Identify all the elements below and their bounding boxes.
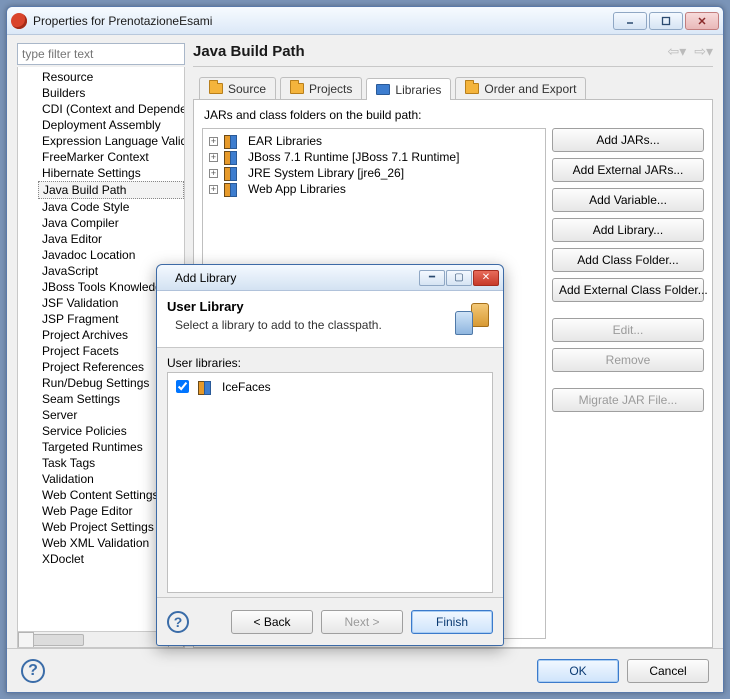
tree-item[interactable]: Java Build Path <box>38 181 184 199</box>
tree-item[interactable]: Deployment Assembly <box>38 117 184 133</box>
side-button-column: Add JARs... Add External JARs... Add Var… <box>552 128 704 639</box>
user-library-checkbox[interactable] <box>176 380 189 393</box>
library-icon <box>376 84 390 95</box>
modal-title: Add Library <box>175 271 419 285</box>
library-icon <box>224 183 242 195</box>
tree-item[interactable]: Resource <box>38 69 184 85</box>
buildpath-entry[interactable]: + JRE System Library [jre6_26] <box>205 165 543 181</box>
library-icon <box>224 135 242 147</box>
page-title: Java Build Path <box>193 43 667 60</box>
add-external-class-folder-button[interactable]: Add External Class Folder... <box>552 278 704 302</box>
buildpath-entry-label: EAR Libraries <box>248 134 322 148</box>
tree-item[interactable]: CDI (Context and Dependen <box>38 101 184 117</box>
maximize-button[interactable] <box>649 12 683 30</box>
tree-item[interactable]: Hibernate Settings <box>38 165 184 181</box>
modal-head-title: User Library <box>167 299 449 314</box>
buildpath-entry[interactable]: + JBoss 7.1 Runtime [JBoss 7.1 Runtime] <box>205 149 543 165</box>
tree-item[interactable]: Java Compiler <box>38 215 184 231</box>
tab-libraries[interactable]: Libraries <box>366 78 451 100</box>
add-class-folder-button[interactable]: Add Class Folder... <box>552 248 704 272</box>
dialog-footer: ? OK Cancel <box>7 648 723 692</box>
help-icon[interactable]: ? <box>167 611 189 633</box>
remove-button: Remove <box>552 348 704 372</box>
expand-icon[interactable]: + <box>209 185 218 194</box>
buildpath-entry-label: JRE System Library [jre6_26] <box>248 166 404 180</box>
finish-button[interactable]: Finish <box>411 610 493 634</box>
expand-icon[interactable]: + <box>209 153 218 162</box>
add-library-button[interactable]: Add Library... <box>552 218 704 242</box>
add-library-dialog: Add Library ━ ▢ ✕ User Library Select a … <box>156 264 504 646</box>
nav-history: ⇦▾ ⇨▾ <box>667 43 713 60</box>
tab-label: Libraries <box>395 83 441 97</box>
library-icon <box>224 167 242 179</box>
expand-icon[interactable]: + <box>209 137 218 146</box>
folder-icon <box>209 83 223 94</box>
minimize-button[interactable] <box>613 12 647 30</box>
tree-item[interactable]: FreeMarker Context <box>38 149 184 165</box>
eclipse-icon <box>11 13 27 29</box>
user-library-label: IceFaces <box>222 380 271 394</box>
eclipse-icon <box>161 271 175 285</box>
tab-label: Source <box>228 82 266 96</box>
tab-row: Source Projects Libraries Order and Export <box>193 77 713 99</box>
user-libraries-label: User libraries: <box>167 356 493 370</box>
tree-item[interactable]: Java Code Style <box>38 199 184 215</box>
user-libraries-list[interactable]: IceFaces <box>167 372 493 593</box>
close-button[interactable] <box>685 12 719 30</box>
library-icon <box>198 381 216 393</box>
tab-label: Projects <box>309 82 352 96</box>
tree-item[interactable]: Javadoc Location <box>38 247 184 263</box>
buildpath-entry-label: JBoss 7.1 Runtime [JBoss 7.1 Runtime] <box>248 150 459 164</box>
add-jars-button[interactable]: Add JARs... <box>552 128 704 152</box>
user-library-row[interactable]: IceFaces <box>172 377 488 396</box>
migrate-jar-button: Migrate JAR File... <box>552 388 704 412</box>
buildpath-entry[interactable]: + EAR Libraries <box>205 133 543 149</box>
modal-titlebar[interactable]: Add Library ━ ▢ ✕ <box>157 265 503 291</box>
modal-header: User Library Select a library to add to … <box>157 291 503 348</box>
next-button: Next > <box>321 610 403 634</box>
modal-close-button[interactable]: ✕ <box>473 270 499 286</box>
tree-item[interactable]: Builders <box>38 85 184 101</box>
expand-icon[interactable]: + <box>209 169 218 178</box>
filter-input[interactable] <box>17 43 185 65</box>
buildpath-entry-label: Web App Libraries <box>248 182 346 196</box>
titlebar[interactable]: Properties for PrenotazioneEsami <box>7 7 723 35</box>
tree-item[interactable]: Java Editor <box>38 231 184 247</box>
tab-source[interactable]: Source <box>199 77 276 99</box>
add-external-jars-button[interactable]: Add External JARs... <box>552 158 704 182</box>
nav-fwd-icon[interactable]: ⇨▾ <box>694 43 713 60</box>
cancel-button[interactable]: Cancel <box>627 659 709 683</box>
modal-minimize-button[interactable]: ━ <box>419 270 445 286</box>
tab-projects[interactable]: Projects <box>280 77 362 99</box>
tab-order-and-export[interactable]: Order and Export <box>455 77 586 99</box>
modal-head-subtitle: Select a library to add to the classpath… <box>167 318 449 332</box>
back-button[interactable]: < Back <box>231 610 313 634</box>
ok-button[interactable]: OK <box>537 659 619 683</box>
edit-button: Edit... <box>552 318 704 342</box>
modal-footer: ? < Back Next > Finish <box>157 597 503 645</box>
folder-icon <box>465 83 479 94</box>
add-variable-button[interactable]: Add Variable... <box>552 188 704 212</box>
tree-item[interactable]: Expression Language Valida <box>38 133 184 149</box>
library-jars-icon <box>449 299 493 339</box>
nav-back-icon[interactable]: ⇦▾ <box>667 43 686 60</box>
buildpath-desc: JARs and class folders on the build path… <box>204 108 704 122</box>
window-title: Properties for PrenotazioneEsami <box>33 14 613 28</box>
buildpath-entry[interactable]: + Web App Libraries <box>205 181 543 197</box>
tab-label: Order and Export <box>484 82 576 96</box>
help-icon[interactable]: ? <box>21 659 45 683</box>
modal-maximize-button[interactable]: ▢ <box>446 270 472 286</box>
folder-icon <box>290 83 304 94</box>
library-icon <box>224 151 242 163</box>
